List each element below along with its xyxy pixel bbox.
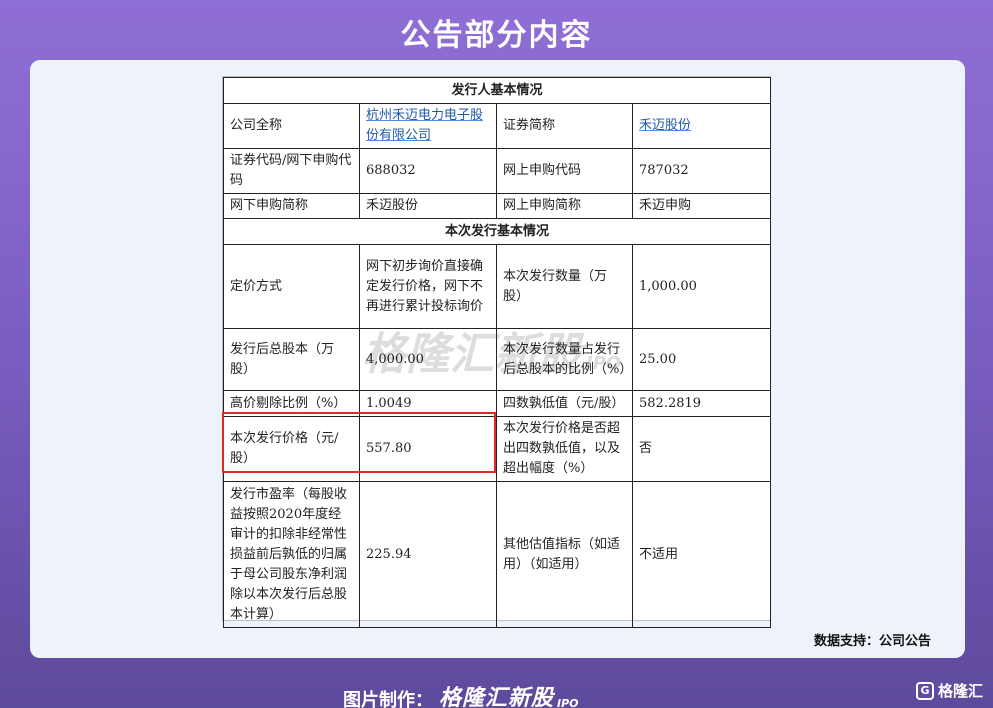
logo-icon: G bbox=[915, 681, 934, 700]
cell-label: 高价剔除比例（%） bbox=[223, 390, 360, 417]
cell-label: 发行后总股本（万股） bbox=[223, 328, 360, 391]
cell-value: 787032 bbox=[631, 148, 772, 194]
cell-label: 网下申购简称 bbox=[223, 193, 360, 219]
announcement-table: 发行人基本情况 公司全称 杭州禾迈电力电子股份有限公司 证券简称 禾迈股份 证券… bbox=[222, 76, 772, 628]
table-row: 证券代码/网下申购代码 688032 网上申购代码 787032 bbox=[223, 148, 772, 194]
security-short-name-link[interactable]: 禾迈股份 bbox=[639, 118, 691, 133]
cell-value: 禾迈申购 bbox=[631, 193, 772, 219]
cell-value: 网下初步询价直接确定发行价格，网下不再进行累计投标询价 bbox=[359, 244, 497, 329]
cell-label: 其他估值指标（如适用）（如适用） bbox=[496, 481, 633, 628]
cell-label: 网上申购简称 bbox=[496, 193, 633, 219]
cell-label: 证券简称 bbox=[496, 103, 633, 149]
cell-label: 本次发行数量占发行后总股本的比例（%） bbox=[496, 328, 633, 391]
cell-security-short-name[interactable]: 禾迈股份 bbox=[631, 103, 772, 149]
footer-credit: 图片制作： 格隆汇新股 IPO bbox=[343, 680, 579, 708]
cell-label: 公司全称 bbox=[223, 103, 360, 149]
footer-brand: 格隆汇新股 bbox=[439, 686, 555, 708]
cell-value: 688032 bbox=[359, 148, 497, 194]
footer-logo: G 格隆汇 bbox=[915, 680, 983, 701]
table-row: 高价剔除比例（%） 1.0049 四数孰低值（元/股） 582.2819 bbox=[223, 390, 772, 417]
section-title-offering: 本次发行基本情况 bbox=[222, 218, 772, 245]
cell-value: 225.94 bbox=[359, 481, 497, 628]
table-row: 定价方式 网下初步询价直接确定发行价格，网下不再进行累计投标询价 本次发行数量（… bbox=[223, 244, 772, 329]
cell-value: 不适用 bbox=[631, 481, 772, 628]
cell-value-issue-price: 557.80 bbox=[359, 416, 497, 482]
section-title-issuer: 发行人基本情况 bbox=[222, 77, 772, 104]
footer-brand-suffix: IPO bbox=[557, 697, 579, 708]
cell-company-full-name[interactable]: 杭州禾迈电力电子股份有限公司 bbox=[359, 103, 497, 149]
cell-label: 定价方式 bbox=[223, 244, 360, 329]
cell-label: 网上申购代码 bbox=[496, 148, 633, 194]
page-title: 公告部分内容 bbox=[400, 18, 593, 53]
company-full-name-link[interactable]: 杭州禾迈电力电子股份有限公司 bbox=[366, 108, 483, 143]
cell-value: 禾迈股份 bbox=[359, 193, 497, 219]
footer: 图片制作： 格隆汇新股 IPO G 格隆汇 bbox=[0, 672, 993, 708]
cell-value: 1.0049 bbox=[359, 390, 497, 417]
cell-label: 四数孰低值（元/股） bbox=[496, 390, 633, 417]
cell-value: 25.00 bbox=[631, 328, 772, 391]
footer-logo-text: 格隆汇 bbox=[937, 682, 983, 700]
table-row: 公司全称 杭州禾迈电力电子股份有限公司 证券简称 禾迈股份 bbox=[223, 103, 772, 149]
cell-label: 发行市盈率（每股收益按照2020年度经审计的扣除非经常性损益前后孰低的归属于母公… bbox=[223, 481, 360, 628]
cell-value: 4,000.00 bbox=[359, 328, 497, 391]
table-row: 本次发行价格（元/股） 557.80 本次发行价格是否超出四数孰低值，以及超出幅… bbox=[223, 416, 772, 482]
cell-value: 否 bbox=[631, 416, 772, 482]
table-section-header: 发行人基本情况 bbox=[222, 77, 772, 104]
table-row: 网下申购简称 禾迈股份 网上申购简称 禾迈申购 bbox=[223, 193, 772, 219]
cell-label: 本次发行数量（万股） bbox=[496, 244, 633, 329]
footer-maker-label: 图片制作： bbox=[343, 690, 433, 708]
table-row: 发行后总股本（万股） 4,000.00 本次发行数量占发行后总股本的比例（%） … bbox=[223, 328, 772, 391]
cell-label: 证券代码/网下申购代码 bbox=[223, 148, 360, 194]
source-note: 数据支持：公司公告 bbox=[813, 634, 931, 649]
table-section-header: 本次发行基本情况 bbox=[222, 218, 772, 245]
cell-value: 1,000.00 bbox=[631, 244, 772, 329]
cell-value: 582.2819 bbox=[631, 390, 772, 417]
cell-label-issue-price: 本次发行价格（元/股） bbox=[223, 416, 360, 482]
table-row: 发行市盈率（每股收益按照2020年度经审计的扣除非经常性损益前后孰低的归属于母公… bbox=[223, 481, 772, 628]
cell-label: 本次发行价格是否超出四数孰低值，以及超出幅度（%） bbox=[496, 416, 633, 482]
